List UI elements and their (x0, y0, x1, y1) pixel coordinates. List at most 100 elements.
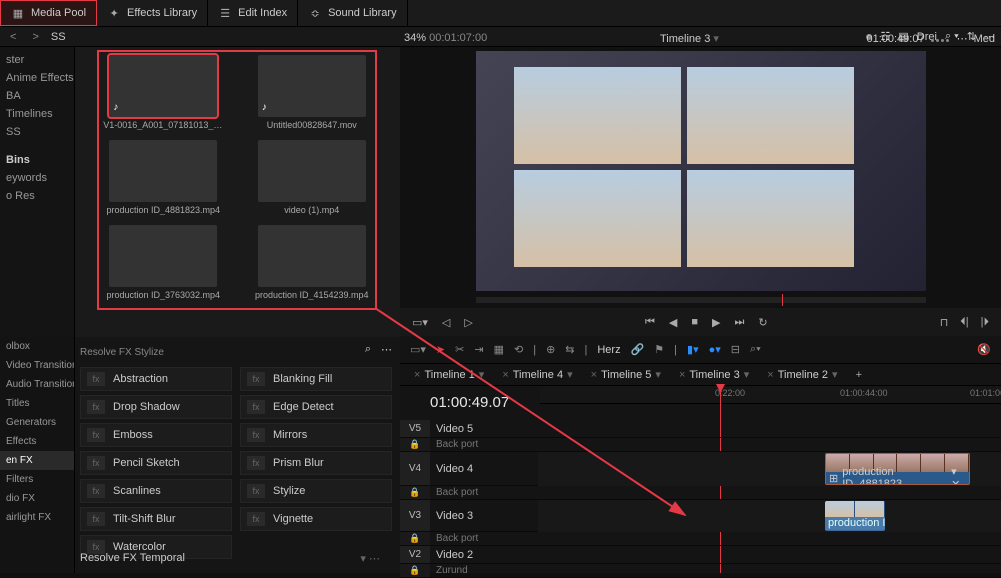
fx-preset[interactable]: fxBlanking Fill (240, 367, 392, 391)
fx-preset[interactable]: fxMirrors (240, 423, 392, 447)
play-button[interactable]: ▶ (710, 314, 722, 331)
timeline-ruler[interactable]: 0:22:0001:00:44:0001:01:06:00 (540, 386, 1001, 404)
fx-category[interactable]: Filters (0, 470, 74, 489)
track-name[interactable]: Video 4 (430, 463, 538, 475)
lock-icon[interactable]: 🔒 (409, 439, 420, 450)
track-lane[interactable]: production ID_… (538, 500, 1001, 532)
link-icon[interactable]: 🔗 (631, 343, 645, 356)
tab-menu-icon[interactable]: ▾ (479, 368, 485, 381)
fx-collapse-icon[interactable]: ▾ ⋯ (360, 552, 380, 565)
fx-search-icon[interactable]: ⌕ (365, 343, 371, 356)
tl-aspect-icon[interactable]: ▭▾ (410, 343, 426, 356)
effects-library-tab[interactable]: ✦ Effects Library (97, 0, 208, 26)
fx-category[interactable]: Effects (0, 432, 74, 451)
timeline-clip[interactable]: ⊞production ID_4881823…▾ ✕ (825, 453, 970, 485)
track-id[interactable]: V2 (400, 546, 430, 563)
fx-preset[interactable]: fxDrop Shadow (80, 395, 232, 419)
bin-item[interactable]: Anime Effects (0, 69, 74, 87)
bin-item[interactable]: ster (0, 51, 74, 69)
fx-preset[interactable]: fxTilt-Shift Blur (80, 507, 232, 531)
fx-category[interactable]: Audio Transitions (0, 375, 74, 394)
fx-more-icon[interactable]: ⋯ (381, 343, 392, 356)
insert-tool[interactable]: ⇥ (474, 343, 483, 356)
marker-dot-icon[interactable]: ●▾ (709, 343, 721, 356)
fx-preset[interactable]: fxStylize (240, 479, 392, 503)
timeline-tab[interactable]: ×Timeline 2▾ (759, 366, 845, 383)
fx-category[interactable]: olbox (0, 337, 74, 356)
close-tab-icon[interactable]: × (502, 369, 508, 381)
nudge-right-icon[interactable]: ▷ (462, 314, 474, 331)
clip-menu-icon[interactable]: ▾ ✕ (951, 465, 966, 485)
match-frame-icon[interactable]: ⊓ (938, 314, 951, 331)
edit-index-tab[interactable]: ☰ Edit Index (208, 0, 298, 26)
track-id[interactable]: V4 (400, 452, 430, 485)
tab-menu-icon[interactable]: ▾ (744, 368, 750, 381)
tab-menu-icon[interactable]: ▾ (655, 368, 661, 381)
fx-preset[interactable]: fxVignette (240, 507, 392, 531)
right-panel-label[interactable]: Med (974, 33, 995, 45)
timeline-tab[interactable]: ×Timeline 4▾ (494, 366, 580, 383)
lock-icon[interactable]: ⚑ (654, 343, 664, 356)
fx-preset[interactable]: fxEmboss (80, 423, 232, 447)
track-id[interactable]: V5 (400, 420, 430, 437)
close-tab-icon[interactable]: × (679, 369, 685, 381)
sound-library-tab[interactable]: ≎ Sound Library (298, 0, 408, 26)
viewer-more-icon[interactable]: ⋯ (957, 32, 968, 45)
fx-category[interactable]: en FX (0, 451, 74, 470)
snapping-icon[interactable]: ⊟ (731, 343, 740, 356)
bin-item[interactable]: Timelines (0, 105, 74, 123)
bin-item[interactable]: SS (0, 123, 74, 141)
track-name[interactable]: Video 3 (430, 510, 538, 522)
close-tab-icon[interactable]: × (591, 369, 597, 381)
timeline-tab[interactable]: ×Timeline 3▾ (671, 366, 757, 383)
fx-preset[interactable]: fxEdge Detect (240, 395, 392, 419)
timeline-tab[interactable]: ×Timeline 1▾ (406, 366, 492, 383)
fx-category[interactable]: Generators (0, 413, 74, 432)
lock-icon[interactable]: 🔒 (409, 533, 420, 544)
bin-item[interactable]: BA (0, 87, 74, 105)
track-id[interactable]: V3 (400, 500, 430, 531)
lock-icon[interactable]: 🔒 (409, 487, 420, 498)
nav-fwd-button[interactable]: > (28, 31, 42, 43)
first-frame-button[interactable]: ⏮ (643, 314, 657, 331)
marker-flag-icon[interactable]: ▮▾ (687, 343, 699, 356)
prev-frame-button[interactable]: ◀ (667, 314, 679, 331)
fx-category[interactable]: Video Transitions (0, 356, 74, 375)
viewer-canvas[interactable] (476, 51, 926, 291)
append-tool[interactable]: ⊕ (546, 343, 555, 356)
mute-icon[interactable]: 🔇 (977, 343, 991, 356)
timeline-clip[interactable]: production ID_… (825, 501, 885, 531)
mark-in-button[interactable]: ⏴| (958, 314, 970, 331)
smart-bin-item[interactable]: eywords (0, 169, 74, 187)
loop-button[interactable]: ↻ (756, 314, 769, 331)
track-lane[interactable]: ⊞production ID_4881823…▾ ✕ (538, 452, 1001, 486)
fx-category[interactable]: airlight FX (0, 508, 74, 527)
next-frame-button[interactable]: ⏭ (732, 314, 746, 331)
mark-out-button[interactable]: |⏵ (979, 314, 991, 331)
fx-preset[interactable]: fxScanlines (80, 479, 232, 503)
viewer-playhead[interactable] (782, 294, 783, 306)
tab-menu-icon[interactable]: ▾ (567, 368, 573, 381)
fx-preset[interactable]: fxAbstraction (80, 367, 232, 391)
nav-back-button[interactable]: < (6, 31, 20, 43)
fx-category[interactable]: dio FX (0, 489, 74, 508)
smart-bin-item[interactable]: o Res (0, 187, 74, 205)
close-tab-icon[interactable]: × (414, 369, 420, 381)
lock-icon[interactable]: 🔒 (409, 565, 420, 576)
fx-category[interactable]: Titles (0, 394, 74, 413)
tl-search-icon[interactable]: ⌕▾ (750, 343, 761, 356)
fx-preset[interactable]: fxPrism Blur (240, 451, 392, 475)
viewer-scrub-bar[interactable] (476, 297, 926, 303)
blade-tool[interactable]: ✂ (455, 343, 464, 356)
timeline-title[interactable]: Timeline 3 ▾ (660, 32, 719, 45)
timeline-tab[interactable]: ×Timeline 5▾ (583, 366, 669, 383)
nudge-left-icon[interactable]: ◁ (440, 314, 452, 331)
track-name[interactable]: Video 2 (430, 549, 538, 561)
fx-preset[interactable]: fxPencil Sketch (80, 451, 232, 475)
replace-tool[interactable]: ⟲ (514, 343, 523, 356)
media-pool-tab[interactable]: ▦ Media Pool (0, 0, 97, 26)
stop-button[interactable]: ■ (689, 314, 700, 330)
add-timeline-button[interactable]: + (848, 367, 870, 383)
tab-menu-icon[interactable]: ▾ (832, 368, 838, 381)
zoom-pct[interactable]: 34% (404, 32, 426, 44)
